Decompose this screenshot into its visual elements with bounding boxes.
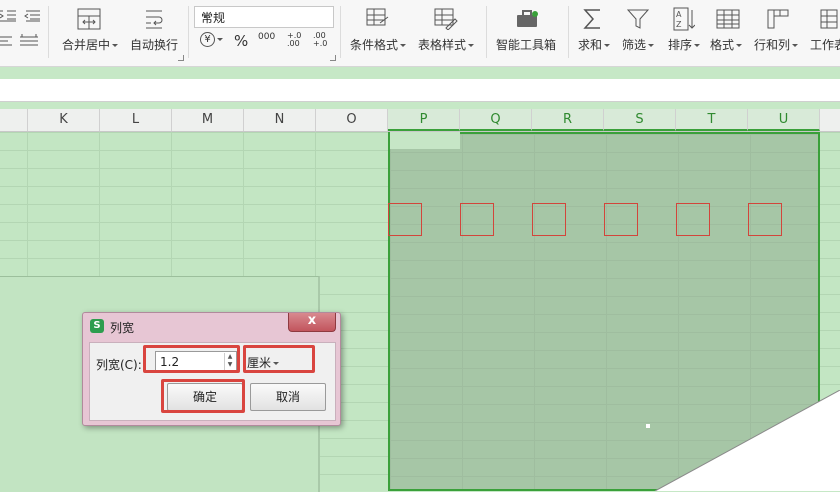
sort-icon: AZ xyxy=(673,6,695,32)
row-col-label: 行和列 xyxy=(754,38,791,52)
align-left-icon[interactable] xyxy=(0,36,12,48)
column-header-l[interactable]: L xyxy=(100,109,172,131)
highlight-width-input xyxy=(143,345,240,373)
worksheet-icon xyxy=(817,6,839,32)
sort-label: 排序 xyxy=(668,38,693,52)
currency-button[interactable]: ¥ xyxy=(200,32,223,47)
format-label: 格式 xyxy=(710,38,735,52)
table-style-label: 表格样式 xyxy=(418,38,467,52)
column-header-o[interactable]: O xyxy=(316,109,388,131)
currency-icon: ¥ xyxy=(200,32,215,47)
dialog-titlebar[interactable]: S 列宽 x xyxy=(83,313,340,337)
dialog-launcher-icon[interactable] xyxy=(178,55,184,61)
worksheet-label: 工作表 xyxy=(810,38,840,52)
dialog-title: 列宽 xyxy=(110,321,135,335)
ribbon-separator xyxy=(188,6,189,58)
sort-button[interactable]: AZ 排序 xyxy=(664,0,704,62)
distributed-icon[interactable] xyxy=(20,34,38,48)
indent-increase-icon[interactable] xyxy=(0,10,16,22)
column-header-s[interactable]: S xyxy=(604,109,676,131)
wps-app-icon: S xyxy=(90,319,104,333)
column-header-k[interactable]: K xyxy=(28,109,100,131)
format-icon xyxy=(716,6,740,32)
number-format-select[interactable]: 常规 xyxy=(194,6,334,28)
sigma-icon xyxy=(582,6,604,32)
column-header-partial[interactable] xyxy=(0,109,28,131)
decrease-decimal-button[interactable]: .00 +.0 xyxy=(313,32,331,48)
highlight-unit xyxy=(243,345,315,373)
merge-center-label: 合并居中 xyxy=(62,38,111,52)
increase-decimal-button[interactable]: +.0 .00 xyxy=(287,32,305,48)
table-style-button[interactable]: 表格样式 xyxy=(414,0,478,62)
filter-label: 筛选 xyxy=(622,38,647,52)
filter-button[interactable]: 筛选 xyxy=(618,0,658,62)
sum-button[interactable]: 求和 xyxy=(574,0,612,62)
merge-center-icon xyxy=(77,6,101,32)
column-header-t[interactable]: T xyxy=(676,109,748,131)
thousands-button[interactable]: 000 xyxy=(258,32,275,42)
column-header-p[interactable]: P xyxy=(388,109,460,131)
column-width-label: 列宽(C): xyxy=(96,358,142,372)
ribbon-separator xyxy=(340,6,341,58)
active-cell[interactable] xyxy=(390,132,460,149)
toolbox-icon xyxy=(515,6,539,32)
format-button[interactable]: 格式 xyxy=(708,0,748,62)
ribbon-separator xyxy=(568,6,569,58)
cancel-button[interactable]: 取消 xyxy=(250,383,326,411)
percent-button[interactable]: % xyxy=(234,32,248,50)
ribbon-separator xyxy=(48,6,49,58)
smart-toolbox-button[interactable]: 智能工具箱 xyxy=(494,0,560,62)
annotation-box xyxy=(388,203,422,236)
column-header-u[interactable]: U xyxy=(748,109,820,131)
filter-icon xyxy=(627,6,649,32)
indent-decrease-icon[interactable] xyxy=(22,10,40,22)
merge-center-button[interactable]: 合并居中 xyxy=(58,0,120,62)
table-style-icon xyxy=(434,6,458,32)
page-curl-overlay xyxy=(654,390,840,491)
annotation-box xyxy=(676,203,710,236)
row-col-icon xyxy=(766,6,790,32)
annotation-box xyxy=(748,203,782,236)
ribbon-separator xyxy=(486,6,487,58)
conditional-format-button[interactable]: 条件格式 xyxy=(346,0,410,62)
annotation-box xyxy=(532,203,566,236)
annotation-box xyxy=(604,203,638,236)
conditional-format-label: 条件格式 xyxy=(350,38,399,52)
svg-text:A: A xyxy=(676,10,682,19)
annotation-box xyxy=(460,203,494,236)
column-width-dialog: S 列宽 x 列宽(C): 1.2 ▲ ▼ 厘米 确定 取消 xyxy=(82,312,341,426)
column-header-q[interactable]: Q xyxy=(460,109,532,131)
conditional-format-icon xyxy=(366,6,390,32)
ribbon-toolbar: 合并居中 自动换行 常规 ¥ % 000 +.0 .00 .00 +.0 条件格… xyxy=(0,0,840,67)
highlight-ok-button xyxy=(161,379,245,413)
wrap-text-button[interactable]: 自动换行 xyxy=(126,0,182,62)
row-col-button[interactable]: 行和列 xyxy=(752,0,804,62)
chevron-down-icon xyxy=(203,15,209,18)
column-header-m[interactable]: M xyxy=(172,109,244,131)
worksheet-button[interactable]: 工作表 xyxy=(808,0,840,62)
dialog-launcher-icon[interactable] xyxy=(330,55,336,61)
column-header-row: K L M N O P Q R S T U xyxy=(0,109,840,132)
formula-bar[interactable] xyxy=(0,79,840,102)
column-header-r[interactable]: R xyxy=(532,109,604,131)
wrap-text-icon xyxy=(142,6,166,32)
sum-label: 求和 xyxy=(578,38,603,52)
close-button[interactable]: x xyxy=(288,313,336,332)
wrap-text-label: 自动换行 xyxy=(130,38,179,52)
svg-text:Z: Z xyxy=(676,20,682,29)
smart-toolbox-label: 智能工具箱 xyxy=(496,38,557,52)
column-header-n[interactable]: N xyxy=(244,109,316,131)
